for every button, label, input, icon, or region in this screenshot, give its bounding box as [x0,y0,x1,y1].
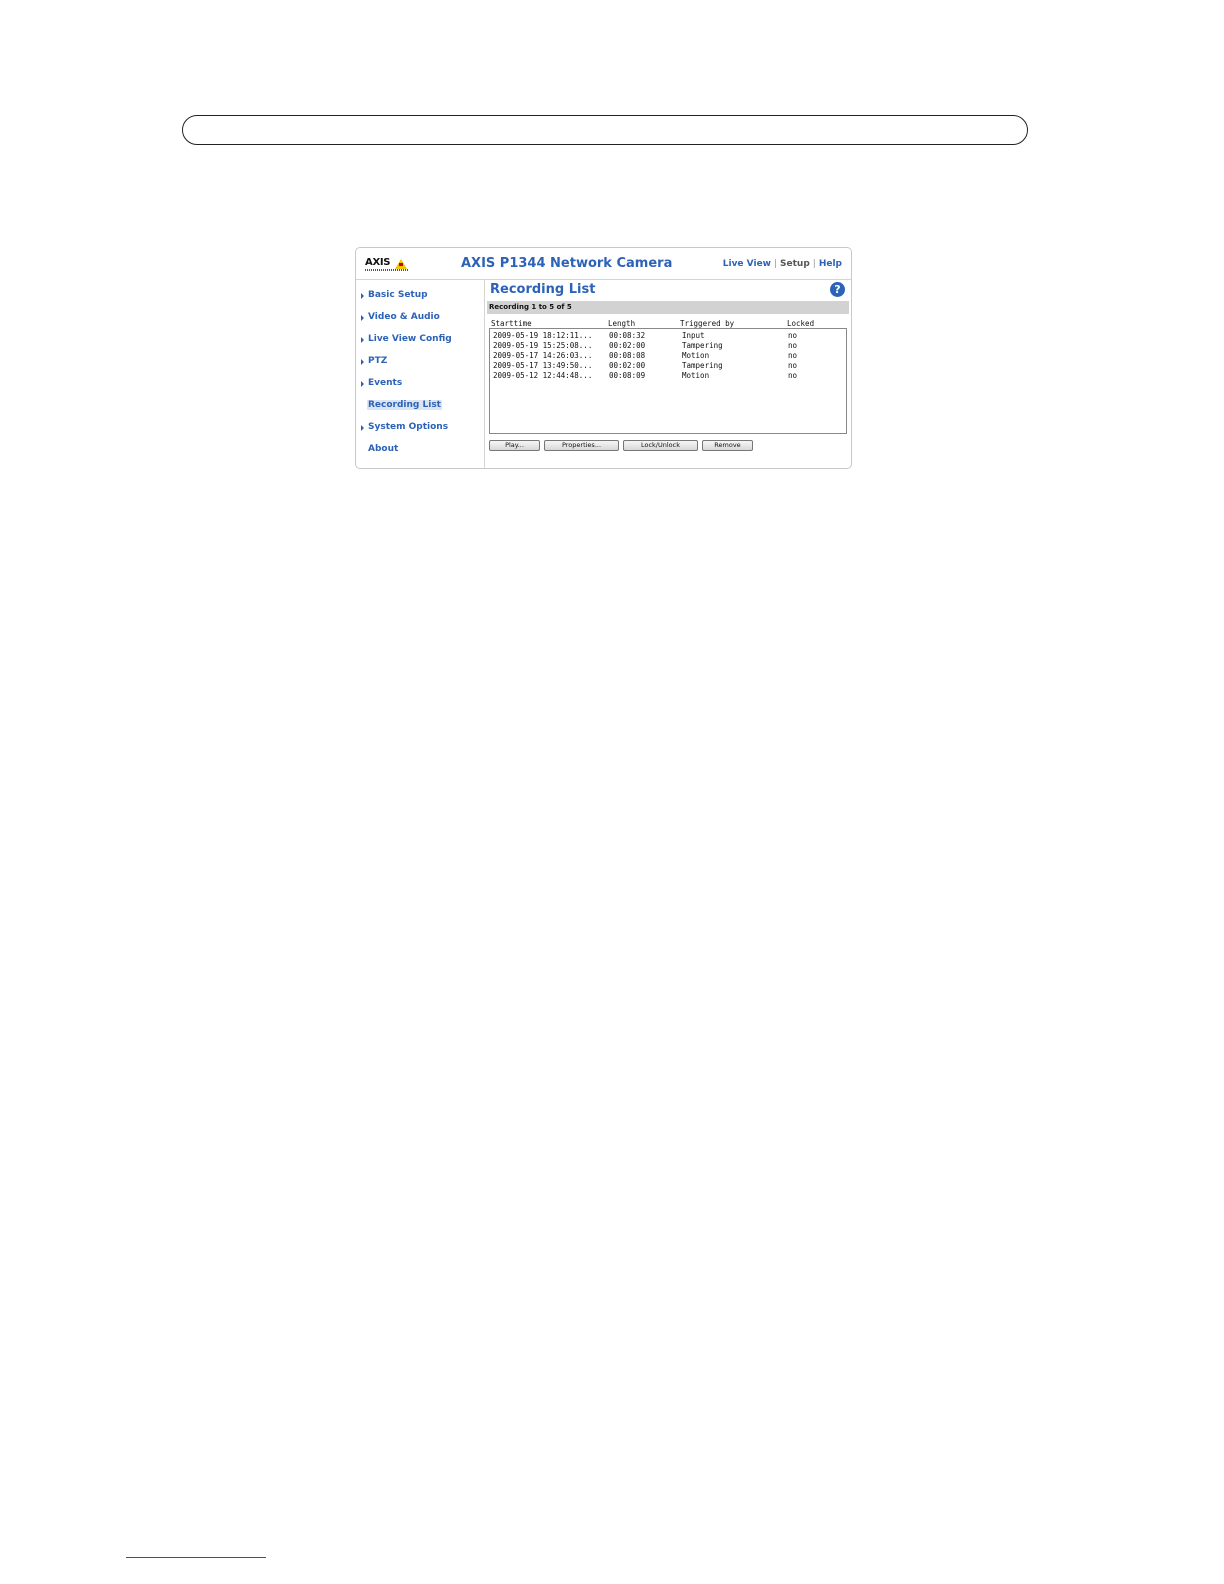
setup-link[interactable]: Setup [780,259,810,269]
page-header-frame [182,115,1028,145]
row-trigger: Motion [682,371,710,380]
arrow-right-icon [361,315,364,321]
setup-menu: Basic Setup Video & Audio Live View Conf… [356,280,485,468]
list-item[interactable]: 2009-05-17 14:26:03... 00:08:08 Motion n… [490,351,846,361]
sidebar-item-label: PTZ [368,356,388,366]
nav-separator: | [773,259,778,269]
sidebar-item-label: About [368,444,399,454]
row-locked: no [788,371,798,380]
sidebar-item-label: Recording List [367,400,442,410]
row-length: 00:02:00 [609,361,646,370]
arrow-right-icon [361,425,364,431]
list-item[interactable]: 2009-05-19 15:25:08... 00:02:00 Tamperin… [490,341,846,351]
row-locked: no [788,341,798,350]
list-item[interactable]: 2009-05-17 13:49:50... 00:02:00 Tamperin… [490,361,846,371]
properties-button[interactable]: Properties... [544,440,619,451]
arrow-right-icon [361,359,364,365]
top-bar: AXIS AXIS P1344 Network Camera Live View… [356,248,851,280]
logo-tagline [365,269,409,271]
row-trigger: Motion [682,351,710,360]
axis-logo: AXIS [365,257,409,272]
footer-link-underline [126,1557,266,1558]
row-starttime: 2009-05-19 18:12:11... [493,331,593,340]
play-button[interactable]: Play... [489,440,540,451]
lock-unlock-button[interactable]: Lock/Unlock [623,440,698,451]
arrow-right-icon [361,337,364,343]
row-locked: no [788,331,798,340]
row-trigger: Input [682,331,705,340]
sidebar-item-label: Live View Config [368,334,452,344]
arrow-right-icon [361,381,364,387]
row-starttime: 2009-05-17 13:49:50... [493,361,593,370]
row-length: 00:08:08 [609,351,646,360]
row-locked: no [788,361,798,370]
page-title: Recording List [490,282,596,297]
list-item[interactable]: 2009-05-12 12:44:48... 00:08:09 Motion n… [490,371,846,381]
row-locked: no [788,351,798,360]
row-trigger: Tampering [682,361,723,370]
logo-text: AXIS [365,257,391,268]
list-item[interactable]: 2009-05-19 18:12:11... 00:08:32 Input no [490,331,846,341]
product-title: AXIS P1344 Network Camera [461,256,673,271]
row-starttime: 2009-05-17 14:26:03... [493,351,593,360]
recording-listbox[interactable]: 2009-05-19 18:12:11... 00:08:32 Input no… [489,328,847,434]
column-header-locked[interactable]: Locked [787,319,814,328]
row-starttime: 2009-05-19 15:25:08... [493,341,593,350]
row-length: 00:08:32 [609,331,646,340]
sidebar-item-label: Basic Setup [368,290,428,300]
live-view-link[interactable]: Live View [723,259,771,269]
logo-triangle-icon [395,259,407,269]
column-header-starttime[interactable]: Starttime [491,319,532,328]
row-starttime: 2009-05-12 12:44:48... [493,371,593,380]
nav-separator: | [812,259,816,269]
sidebar-item-label: System Options [368,422,449,432]
remove-button[interactable]: Remove [702,440,753,451]
sidebar-item-label: Video & Audio [368,312,440,322]
arrow-right-icon [361,293,364,299]
camera-setup-window: AXIS AXIS P1344 Network Camera Live View… [355,247,852,469]
help-link[interactable]: Help [819,259,842,269]
sidebar-item-label: Events [368,378,403,388]
help-icon[interactable]: ? [830,282,845,297]
row-length: 00:08:09 [609,371,646,380]
column-header-length[interactable]: Length [608,319,635,328]
recording-count-bar: Recording 1 to 5 of 5 [487,301,849,314]
row-trigger: Tampering [682,341,723,350]
row-length: 00:02:00 [609,341,646,350]
top-navigation: Live View | Setup | Help [723,259,842,269]
main-content: Recording List ? Recording 1 to 5 of 5 S… [485,280,851,468]
column-header-triggered-by[interactable]: Triggered by [680,319,734,328]
